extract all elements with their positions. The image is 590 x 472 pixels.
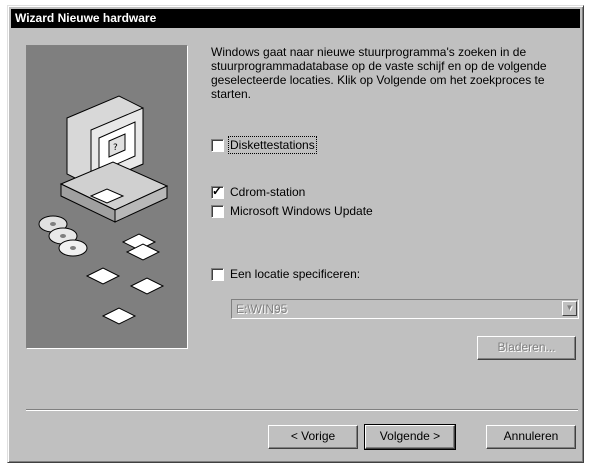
location-option[interactable]: Een locatie specificeren: bbox=[211, 266, 360, 282]
location-label: Een locatie specificeren: bbox=[230, 267, 361, 281]
chevron-down-icon[interactable]: ▼ bbox=[562, 301, 577, 316]
location-value: E:\WIN95 bbox=[236, 302, 288, 316]
location-checkbox[interactable] bbox=[211, 267, 224, 281]
floppy-label: Diskettestations bbox=[228, 136, 317, 154]
title-bar: Wizard Nieuwe hardware bbox=[11, 9, 580, 28]
divider bbox=[26, 409, 578, 411]
windows-update-checkbox[interactable] bbox=[211, 204, 224, 218]
floppy-checkbox[interactable] bbox=[211, 138, 224, 152]
floppy-option[interactable]: Diskettestations bbox=[211, 136, 317, 154]
windows-update-option[interactable]: Microsoft Windows Update bbox=[211, 203, 373, 219]
next-button[interactable]: Volgende > bbox=[364, 424, 456, 450]
instruction-text: Windows gaat naar nieuwe stuurprogramma'… bbox=[211, 45, 547, 101]
cdrom-option[interactable]: ✓ Cdrom-station bbox=[211, 184, 305, 200]
cdrom-label: Cdrom-station bbox=[230, 185, 306, 199]
wizard-illustration: ? bbox=[26, 45, 188, 349]
wizard-dialog: Wizard Nieuwe hardware ? Windows gaat na… bbox=[7, 5, 584, 463]
floppy-disks-icon bbox=[85, 233, 165, 325]
cdrom-checkbox[interactable]: ✓ bbox=[211, 183, 224, 199]
cd-discs-icon bbox=[38, 215, 88, 257]
checkmark-icon: ✓ bbox=[212, 183, 223, 198]
windows-update-label: Microsoft Windows Update bbox=[230, 204, 373, 218]
svg-text:?: ? bbox=[113, 143, 118, 153]
computer-icon: ? bbox=[59, 95, 169, 223]
back-button[interactable]: < Vorige bbox=[268, 425, 358, 449]
location-combobox[interactable]: E:\WIN95 ▼ bbox=[231, 299, 579, 319]
cancel-button[interactable]: Annuleren bbox=[486, 425, 576, 449]
browse-button[interactable]: Bladeren... bbox=[477, 336, 576, 360]
